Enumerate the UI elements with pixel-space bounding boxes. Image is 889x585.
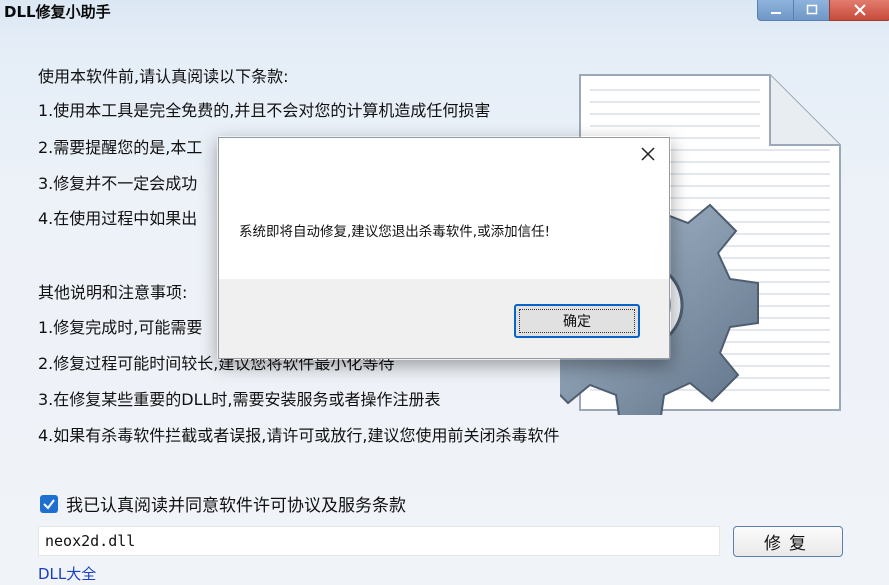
maximize-icon bbox=[806, 4, 818, 15]
dll-library-link[interactable]: DLL大全 bbox=[38, 563, 96, 584]
agreement-label: 我已认真阅读并同意软件许可协议及服务条款 bbox=[66, 496, 406, 516]
terms-heading: 使用本软件前,请认真阅读以下条款: bbox=[38, 67, 289, 86]
terms-item-4: 4.在使用过程中如果出 bbox=[38, 209, 198, 228]
dialog-close-button[interactable] bbox=[626, 138, 670, 170]
minimize-button[interactable] bbox=[757, 0, 795, 21]
checkmark-icon bbox=[43, 498, 55, 510]
app-title: DLL修复小助手 bbox=[4, 3, 111, 21]
terms-item-2: 2.需要提醒您的是,本工 bbox=[38, 138, 203, 157]
dialog-close-icon bbox=[641, 147, 655, 161]
close-button[interactable] bbox=[829, 0, 889, 21]
repair-button[interactable]: 修复 bbox=[733, 526, 843, 557]
ok-button-label: 确定 bbox=[563, 314, 591, 330]
minimize-icon bbox=[771, 12, 781, 14]
notes-item-4: 4.如果有杀毒软件拦截或者误报,请许可或放行,建议您使用前关闭杀毒软件 bbox=[38, 426, 560, 445]
message-dialog: 系统即将自动修复,建议您退出杀毒软件,或添加信任! 确定 bbox=[218, 137, 670, 359]
notes-item-1: 1.修复完成时,可能需要 bbox=[38, 318, 203, 337]
terms-item-1: 1.使用本工具是完全免费的,并且不会对您的计算机造成任何损害 bbox=[38, 101, 491, 120]
terms-item-3: 3.修复并不一定会成功 bbox=[38, 174, 198, 193]
agreement-row[interactable]: 我已认真阅读并同意软件许可协议及服务条款 bbox=[40, 491, 406, 516]
notes-item-3: 3.在修复某些重要的DLL时,需要安装服务或者操作注册表 bbox=[38, 390, 441, 409]
notes-heading: 其他说明和注意事项: bbox=[38, 283, 188, 302]
agreement-checkbox[interactable] bbox=[40, 494, 58, 513]
dll-name-input[interactable] bbox=[38, 526, 720, 556]
dialog-message: 系统即将自动修复,建议您退出杀毒软件,或添加信任! bbox=[239, 224, 550, 240]
ok-button[interactable]: 确定 bbox=[514, 304, 640, 338]
title-bar: DLL修复小助手 bbox=[0, 0, 889, 30]
close-icon bbox=[854, 4, 866, 16]
maximize-button[interactable] bbox=[793, 0, 831, 21]
